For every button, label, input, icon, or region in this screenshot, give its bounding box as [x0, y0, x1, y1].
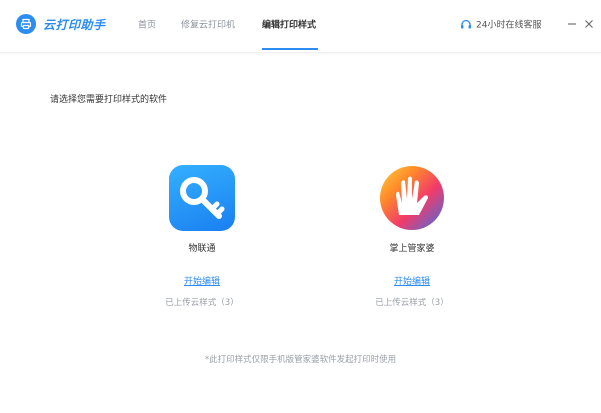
tab-home[interactable]: 首页 — [138, 18, 156, 31]
tab-edit-print-style[interactable]: 编辑打印样式 — [262, 18, 316, 31]
close-icon — [585, 20, 593, 28]
printer-logo-icon — [16, 14, 36, 34]
active-tab-indicator — [262, 48, 318, 50]
uploaded-style-count: 已上传云样式（3） — [165, 298, 239, 308]
app-card-wulian: 物联通 开始编辑 已上传云样式（3） — [127, 165, 277, 308]
headset-icon — [461, 19, 471, 28]
online-service-button[interactable]: 24小时在线客服 — [460, 18, 541, 31]
usage-footnote: *此打印样式仅限手机版管家婆软件发起打印时使用 — [204, 355, 397, 365]
minimize-button[interactable] — [565, 17, 579, 31]
rainbow-hand-icon[interactable] — [379, 165, 445, 231]
uploaded-style-count: 已上传云样式（3） — [375, 298, 449, 308]
start-edit-link[interactable]: 开始编辑 — [184, 274, 220, 287]
app-name: 掌上管家婆 — [389, 244, 435, 254]
title-bar: 云打印助手 首页 修复云打印机 编辑打印样式 24小时在线客服 — [0, 0, 601, 53]
app-title: 云打印助手 — [43, 17, 106, 32]
minimize-icon — [568, 23, 576, 25]
blue-key-icon[interactable] — [169, 165, 235, 231]
app-name: 物联通 — [188, 244, 216, 254]
app-logo: 云打印助手 — [16, 14, 106, 34]
select-software-prompt: 请选择您需要打印样式的软件 — [50, 95, 168, 105]
app-card-guanjiapo: 掌上管家婆 开始编辑 已上传云样式（3） — [337, 165, 487, 308]
close-button[interactable] — [582, 17, 596, 31]
start-edit-link[interactable]: 开始编辑 — [394, 274, 430, 287]
service-label: 24小时在线客服 — [476, 20, 542, 31]
tab-repair-printer[interactable]: 修复云打印机 — [181, 18, 235, 31]
